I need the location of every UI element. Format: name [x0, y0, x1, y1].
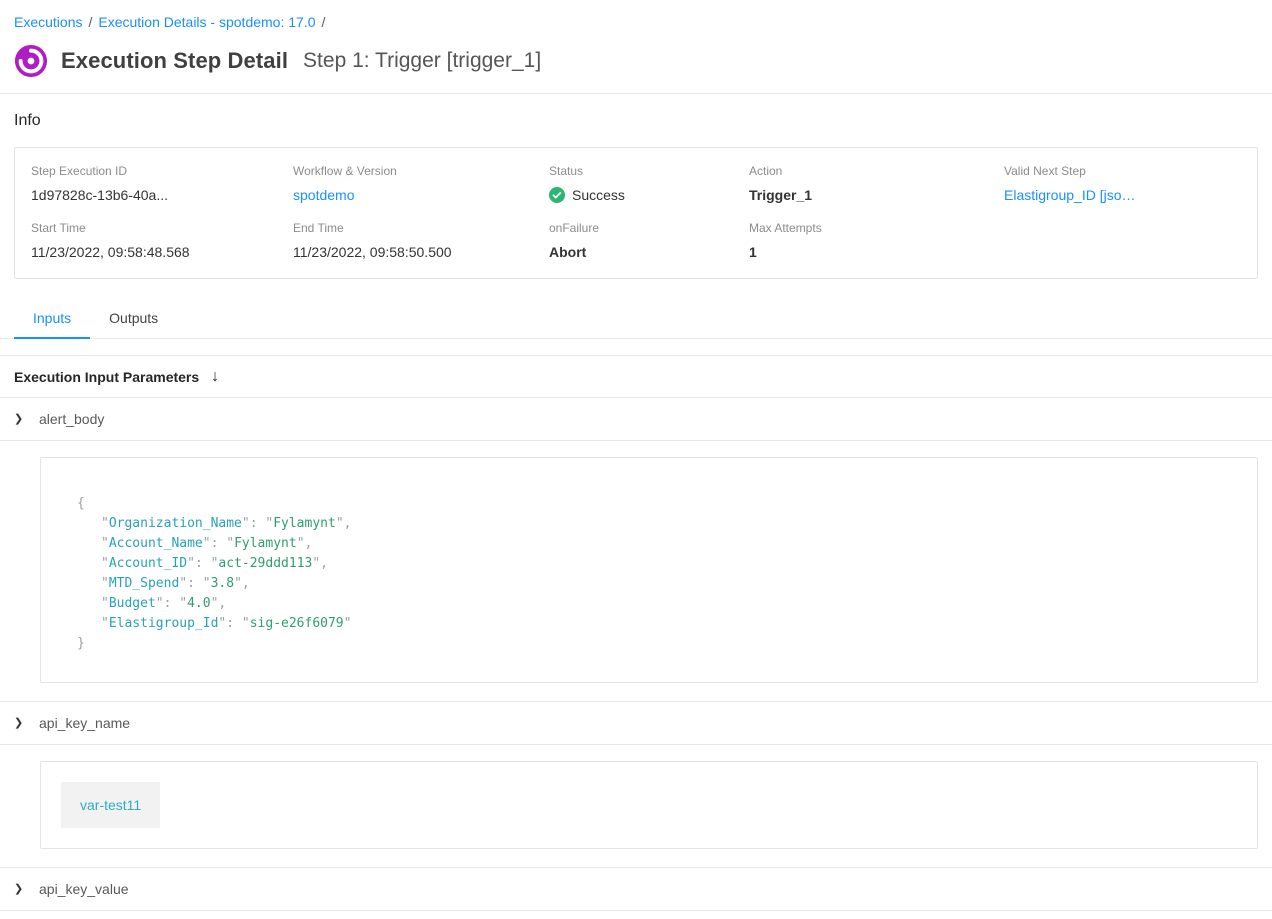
breadcrumb-executions[interactable]: Executions: [14, 14, 82, 30]
breadcrumb-separator: /: [88, 14, 92, 30]
fylamynt-logo-icon: [14, 44, 48, 78]
info-card: Step Execution ID 1d97828c-13b6-40a... W…: [14, 147, 1258, 279]
status-text: Success: [572, 187, 625, 203]
field-label: Valid Next Step: [1004, 164, 1241, 178]
param-content-api-key-name: var-test11: [0, 745, 1272, 868]
page-subtitle: Step 1: Trigger [trigger_1]: [303, 49, 541, 73]
info-field-onfailure: onFailure Abort: [549, 221, 749, 260]
workflow-link[interactable]: spotdemo: [293, 187, 354, 203]
param-row-api-key-name[interactable]: ❯ api_key_name: [0, 702, 1272, 745]
breadcrumb: Executions / Execution Details - spotdemo:…: [0, 0, 1272, 36]
info-field-start-time: Start Time 11/23/2022, 09:58:48.568: [31, 221, 293, 260]
field-value: 1d97828c-13b6-40a...: [31, 187, 293, 203]
info-field-status: Status Success: [549, 164, 749, 203]
page-header: Execution Step Detail Step 1: Trigger [t…: [0, 36, 1272, 94]
page: Executions / Execution Details - spotdemo:…: [0, 0, 1272, 911]
info-field-action: Action Trigger_1: [749, 164, 1004, 203]
field-label: Max Attempts: [749, 221, 1004, 235]
param-name: alert_body: [39, 411, 104, 427]
param-value-chip: var-test11: [61, 782, 160, 828]
param-content-alert-body: {"Organization_Name": "Fylamynt","Accoun…: [0, 441, 1272, 702]
tab-inputs[interactable]: Inputs: [14, 299, 90, 338]
field-label: Workflow & Version: [293, 164, 549, 178]
spacer: [0, 339, 1272, 355]
info-field-step-execution-id: Step Execution ID 1d97828c-13b6-40a...: [31, 164, 293, 203]
info-field-max-attempts: Max Attempts 1: [749, 221, 1004, 260]
breadcrumb-separator: /: [322, 14, 326, 30]
chevron-right-icon: ❯: [14, 414, 24, 425]
field-label: End Time: [293, 221, 549, 235]
next-step-link[interactable]: Elastigroup_ID [jso…: [1004, 187, 1136, 203]
tab-outputs[interactable]: Outputs: [90, 299, 177, 338]
field-value: 1: [749, 244, 1004, 260]
parameters-table: Execution Input Parameters ↓ ❯ alert_bod…: [0, 355, 1272, 911]
parameters-header: Execution Input Parameters ↓: [0, 356, 1272, 398]
alert-body-json-code: {"Organization_Name": "Fylamynt","Accoun…: [40, 457, 1258, 683]
info-section: Info Step Execution ID 1d97828c-13b6-40a…: [0, 94, 1272, 279]
field-label: Action: [749, 164, 1004, 178]
field-label: Step Execution ID: [31, 164, 293, 178]
field-value: Abort: [549, 244, 749, 260]
info-heading: Info: [14, 112, 1258, 130]
field-label: Status: [549, 164, 749, 178]
collapse-all-arrow-icon[interactable]: ↓: [211, 369, 219, 385]
param-row-api-key-value[interactable]: ❯ api_key_value: [0, 868, 1272, 911]
breadcrumb-execution-details[interactable]: Execution Details - spotdemo: 17.0: [98, 14, 315, 30]
chevron-right-icon: ❯: [14, 884, 24, 895]
param-row-alert-body[interactable]: ❯ alert_body: [0, 398, 1272, 441]
field-label: onFailure: [549, 221, 749, 235]
field-value: Trigger_1: [749, 187, 1004, 203]
parameters-title: Execution Input Parameters: [14, 369, 199, 385]
field-label: Start Time: [31, 221, 293, 235]
param-name: api_key_name: [39, 715, 130, 731]
info-field-workflow-version: Workflow & Version spotdemo: [293, 164, 549, 203]
success-check-icon: [549, 187, 565, 203]
field-value: 11/23/2022, 09:58:48.568: [31, 244, 293, 260]
field-value: 11/23/2022, 09:58:50.500: [293, 244, 549, 260]
info-field-valid-next-step: Valid Next Step Elastigroup_ID [jso…: [1004, 164, 1241, 203]
param-name: api_key_value: [39, 881, 129, 897]
info-field-end-time: End Time 11/23/2022, 09:58:50.500: [293, 221, 549, 260]
chevron-right-icon: ❯: [14, 718, 24, 729]
page-title: Execution Step Detail: [61, 48, 288, 74]
tab-bar: Inputs Outputs: [0, 299, 1272, 339]
